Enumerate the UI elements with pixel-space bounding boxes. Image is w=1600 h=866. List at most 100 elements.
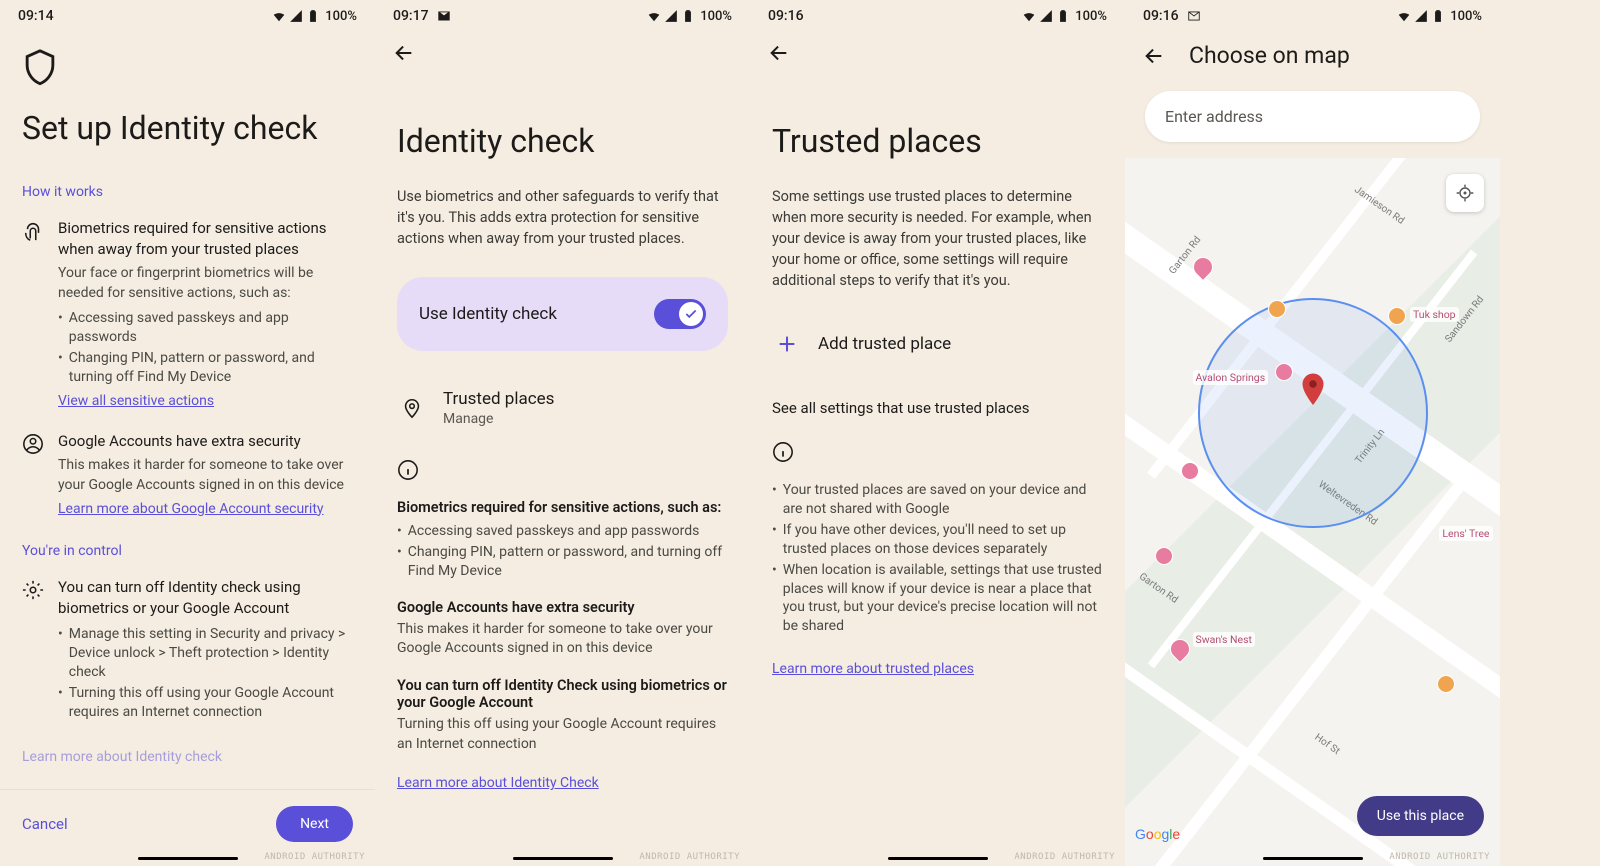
gear-icon [22,579,44,725]
nav-bar-handle[interactable] [1263,857,1363,860]
intro-text: Some settings use trusted places to dete… [772,186,1103,291]
battery-text: 100% [1450,9,1482,24]
nav-bar-handle[interactable] [138,857,238,860]
wifi-icon [1022,9,1036,23]
map[interactable]: Weltevreden Rd Jamieson Rd Sandown Rd Ga… [1125,158,1500,866]
row-account-body: Google Accounts have extra security This… [58,431,353,519]
watermark: ANDROID AUTHORITY [264,852,365,862]
back-icon[interactable] [1143,45,1165,67]
back-icon[interactable] [768,42,790,64]
use-this-place-button[interactable]: Use this place [1357,796,1484,836]
toggle-use-identity[interactable]: Use Identity check [397,277,728,351]
bio-bullet-1: Accessing saved passkeys and app passwor… [58,309,353,347]
control-bullet-2: Turning this off using your Google Accou… [58,684,353,722]
status-bar: 09:17 100% [375,0,750,28]
see-all-settings[interactable]: See all settings that use trusted places [772,399,1103,417]
screen-setup: 09:14 100% Set up Identity check How it … [0,0,375,866]
view-sensitive-actions-link[interactable]: View all sensitive actions [58,393,214,409]
search-input[interactable]: Enter address [1145,91,1480,142]
info-icon [397,459,728,485]
battery-icon [1431,9,1445,23]
shield-icon [22,48,353,92]
watermark: ANDROID AUTHORITY [1014,852,1115,862]
wifi-icon [272,9,286,23]
poi-tuk: Tuk shop [1410,307,1459,322]
watermark: ANDROID AUTHORITY [1389,852,1490,862]
status-time: 09:16 [1143,8,1179,24]
bio-sub: Your face or fingerprint biometrics will… [58,264,353,303]
poi-swan: Swan's Nest [1193,632,1255,647]
section-how-it-works: How it works [22,184,353,200]
acct-sub: This makes it harder for someone to take… [58,456,353,495]
status-bar: 09:14 100% [0,0,375,28]
app-bar [375,28,750,74]
signal-icon [1039,9,1053,23]
row-trusted-places[interactable]: Trusted places Manage [397,375,728,441]
learn-more-identity-link[interactable]: Learn more about Identity check [22,749,222,765]
back-icon[interactable] [393,42,415,64]
status-icons: 100% [647,9,732,24]
info-b1: Your trusted places are saved on your de… [772,481,1103,519]
info-b3: When location is available, settings tha… [772,561,1103,637]
status-icons: 100% [1022,9,1107,24]
poi-food-icon [1388,307,1406,325]
page-title: Trusted places [772,122,1103,160]
bio-head: Biometrics required for sensitive action… [58,218,353,260]
bio-bullet-2: Changing PIN, pattern or password, and t… [58,349,353,387]
trusted-title: Trusted places [443,389,554,409]
status-time: 09:16 [768,8,804,24]
battery-text: 100% [700,9,732,24]
pin-icon [401,397,423,419]
google-logo: Google [1135,826,1180,842]
screen-choose-map: 09:16 100% Choose on map Enter address W… [1125,0,1500,866]
my-location-button[interactable] [1446,174,1484,212]
poi-food-icon [1268,300,1286,318]
poi-food-icon [1437,675,1455,693]
wifi-icon [1397,9,1411,23]
signal-icon [289,9,303,23]
status-time: 09:14 [18,8,54,24]
acct-info-body: This makes it harder for someone to take… [397,620,728,659]
control-head: You can turn off Identity check using bi… [58,577,353,619]
page-title: Choose on map [1189,42,1350,69]
gmail-notif-icon [437,9,451,23]
info-b2: If you have other devices, you'll need t… [772,521,1103,559]
status-bar: 09:16 100% [750,0,1125,28]
poi-avalon: Avalon Springs [1193,370,1269,385]
content: Set up Identity check How it works Biome… [0,28,375,789]
cancel-button[interactable]: Cancel [22,815,68,833]
poi-lens: Lens' Tree [1439,526,1492,541]
status-bar: 09:16 100% [1125,0,1500,28]
control-bullet-1: Manage this setting in Security and priv… [58,625,353,682]
acct-info-head: Google Accounts have extra security [397,599,728,616]
toggle-label: Use Identity check [419,304,557,324]
learn-more-trusted-link[interactable]: Learn more about trusted places [772,661,974,677]
nav-bar-handle[interactable] [888,857,988,860]
map-content: Enter address Weltevreden Rd Jamieson Rd… [1125,79,1500,866]
intro-text: Use biometrics and other safeguards to v… [397,186,728,249]
switch-on[interactable] [654,299,706,329]
signal-icon [1414,9,1428,23]
content: Trusted places Some settings use trusted… [750,74,1125,866]
nav-bar-handle[interactable] [513,857,613,860]
app-bar [750,28,1125,74]
add-label: Add trusted place [818,334,951,354]
status-icons: 100% [1397,9,1482,24]
next-button[interactable]: Next [276,806,353,842]
center-pin-icon [1299,373,1327,413]
add-trusted-place[interactable]: Add trusted place [772,319,1103,369]
page-title: Set up Identity check [22,108,353,148]
learn-more-link[interactable]: Learn more about Identity Check [397,775,599,791]
bio-info-b2: Changing PIN, pattern or password, and t… [397,543,728,581]
screen-identity-check: 09:17 100% Identity check Use biometrics… [375,0,750,866]
app-bar: Choose on map [1125,28,1500,79]
radius-circle [1198,298,1428,528]
battery-icon [306,9,320,23]
learn-account-security-link[interactable]: Learn more about Google Account security [58,500,324,520]
battery-icon [1056,9,1070,23]
check-icon [684,307,698,321]
bio-info-b1: Accessing saved passkeys and app passwor… [397,522,728,541]
info-icon [772,441,1103,467]
battery-icon [681,9,695,23]
page-title: Identity check [397,122,728,160]
